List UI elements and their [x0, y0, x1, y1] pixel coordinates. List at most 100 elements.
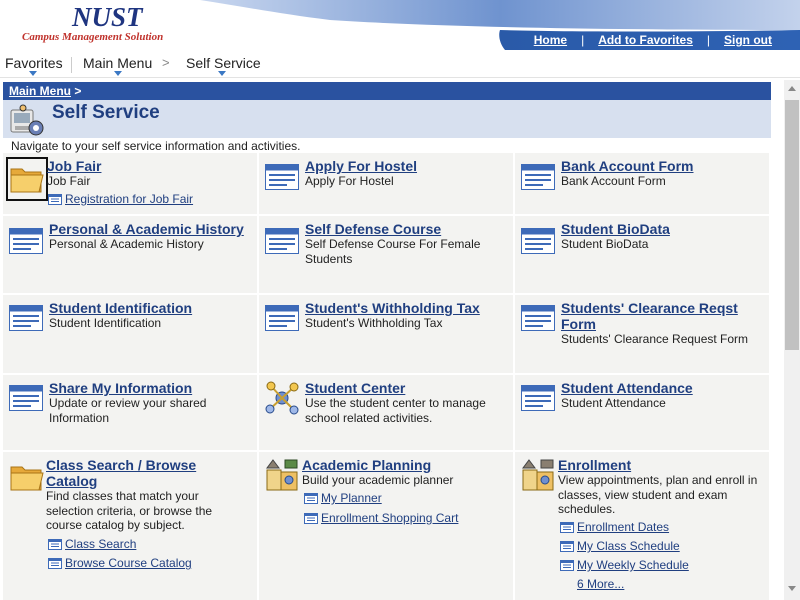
tile-description: Update or review your shared Information [49, 396, 207, 425]
tile-share-my-information: Share My Information Update or review yo… [3, 375, 259, 452]
vertical-scrollbar[interactable] [784, 80, 800, 600]
page-icon [560, 560, 574, 571]
tile-title[interactable]: Student Attendance [561, 380, 693, 396]
more-link[interactable]: 6 More... [577, 577, 624, 591]
menu-bar: Favorites Main Menu > Self Service [0, 54, 800, 78]
tile-link[interactable]: Browse Course Catalog [65, 556, 192, 570]
page-icon [560, 522, 574, 533]
tile-link[interactable]: Enrollment Shopping Cart [321, 511, 458, 525]
breadcrumb: Main Menu > [3, 82, 771, 100]
tile-title[interactable]: Student Center [305, 380, 405, 396]
enrollment-icon [522, 459, 554, 491]
scroll-up-icon[interactable] [788, 86, 796, 91]
main-content: Main Menu > Self Service Navigate to you… [0, 80, 784, 600]
tile-description: Students' Clearance Request Form [561, 332, 749, 346]
tile-bank-account-form: Bank Account Form Bank Account Form [515, 153, 771, 216]
tile-student-center: Student Center Use the student center to… [259, 375, 515, 452]
tile-title[interactable]: Apply For Hostel [305, 158, 417, 174]
folder-icon[interactable] [6, 157, 48, 201]
tile-self-defense-course: Self Defense Course Self Defense Course … [259, 216, 515, 295]
tile-title[interactable]: Academic Planning [302, 457, 431, 473]
form-icon [265, 305, 299, 331]
app-header: NUST Campus Management Solution Home | A… [0, 0, 800, 54]
tile-description: Apply For Hostel [305, 174, 394, 188]
tile-description: Bank Account Form [561, 174, 666, 188]
tile-personal-academic-history: Personal & Academic History Personal & A… [3, 216, 259, 295]
tile-description: Personal & Academic History [49, 237, 204, 251]
tile-link[interactable]: My Planner [321, 491, 382, 505]
form-icon [9, 385, 43, 411]
tile-title[interactable]: Student's Withholding Tax [305, 300, 480, 316]
tile-student-biodata: Student BioData Student BioData [515, 216, 771, 295]
tile-title[interactable]: Self Defense Course [305, 221, 441, 237]
tile-title[interactable]: Personal & Academic History [49, 221, 244, 237]
form-icon [521, 228, 555, 254]
home-link[interactable]: Home [520, 33, 581, 47]
breadcrumb-main-menu[interactable]: Main Menu [9, 84, 71, 98]
tile-title[interactable]: Bank Account Form [561, 158, 694, 174]
tile-students-withholding-tax: Student's Withholding Tax Student's With… [259, 295, 515, 375]
tile-student-identification: Student Identification Student Identific… [3, 295, 259, 375]
tile-student-attendance: Student Attendance Student Attendance [515, 375, 771, 452]
tile-apply-for-hostel: Apply For Hostel Apply For Hostel [259, 153, 515, 216]
page-icon [560, 541, 574, 552]
tile-title[interactable]: Job Fair [47, 158, 101, 174]
tile-title[interactable]: Class Search / Browse Catalog [46, 457, 226, 489]
page-icon [48, 194, 62, 205]
tile-title[interactable]: Student Identification [49, 300, 192, 316]
tile-description: Self Defense Course For Female Students [305, 237, 481, 266]
page-icon [48, 558, 62, 569]
scrollbar-thumb[interactable] [785, 100, 799, 350]
form-icon [521, 305, 555, 331]
tagline: Campus Management Solution [22, 31, 164, 43]
form-icon [521, 385, 555, 411]
page-title: Self Service [52, 102, 160, 123]
form-icon [9, 228, 43, 254]
tile-title[interactable]: Enrollment [558, 457, 631, 473]
tile-description: Student Identification [49, 316, 162, 330]
page-icon [304, 493, 318, 504]
tile-link[interactable]: Class Search [65, 537, 136, 551]
tile-description: Build your academic planner [302, 473, 454, 487]
tile-title[interactable]: Students' Clearance Reqst Form [561, 300, 761, 332]
form-icon [265, 228, 299, 254]
tile-title[interactable]: Student BioData [561, 221, 670, 237]
tile-description: Student's Withholding Tax [305, 316, 443, 330]
self-service-dropdown-icon[interactable] [218, 71, 226, 76]
tile-class-search: Class Search / Browse Catalog Find class… [3, 452, 259, 600]
page-description: Navigate to your self service informatio… [11, 139, 301, 153]
form-icon [265, 164, 299, 190]
tile-description: Student Attendance [561, 396, 666, 410]
scroll-down-icon[interactable] [788, 586, 796, 591]
add-to-favorites-link[interactable]: Add to Favorites [584, 33, 707, 47]
self-service-menu[interactable]: Self Service [186, 55, 261, 71]
tile-link[interactable]: Enrollment Dates [577, 520, 669, 534]
self-service-icon [10, 104, 44, 136]
tile-link[interactable]: Registration for Job Fair [65, 192, 193, 206]
tile-description: Use the student center to manage school … [305, 396, 486, 425]
page-icon [304, 513, 318, 524]
academic-planning-icon [266, 459, 298, 491]
favorites-menu[interactable]: Favorites [5, 55, 63, 71]
sign-out-link[interactable]: Sign out [710, 33, 786, 47]
page-icon [48, 539, 62, 550]
tile-title[interactable]: Share My Information [49, 380, 192, 396]
tile-link[interactable]: My Class Schedule [577, 539, 680, 553]
tile-description: Find classes that match your selection c… [46, 489, 213, 532]
page-title-bar: Self Service [3, 100, 771, 138]
form-icon [521, 164, 555, 190]
main-menu-dropdown-icon[interactable] [114, 71, 122, 76]
nust-logo: NUST [72, 2, 143, 32]
tile-students-clearance-request: Students' Clearance Reqst Form Students'… [515, 295, 771, 375]
folder-icon [10, 466, 44, 491]
menu-divider [71, 57, 72, 73]
tile-description: Student BioData [561, 237, 649, 251]
tile-link[interactable]: My Weekly Schedule [577, 558, 689, 572]
chevron-right-icon: > [162, 55, 170, 70]
tile-enrollment: Enrollment View appointments, plan and e… [515, 452, 771, 600]
favorites-dropdown-icon[interactable] [29, 71, 37, 76]
main-menu[interactable]: Main Menu [83, 55, 152, 71]
tile-description: Job Fair [47, 174, 91, 188]
breadcrumb-separator: > [74, 84, 82, 98]
header-links: Home | Add to Favorites | Sign out [520, 33, 786, 47]
